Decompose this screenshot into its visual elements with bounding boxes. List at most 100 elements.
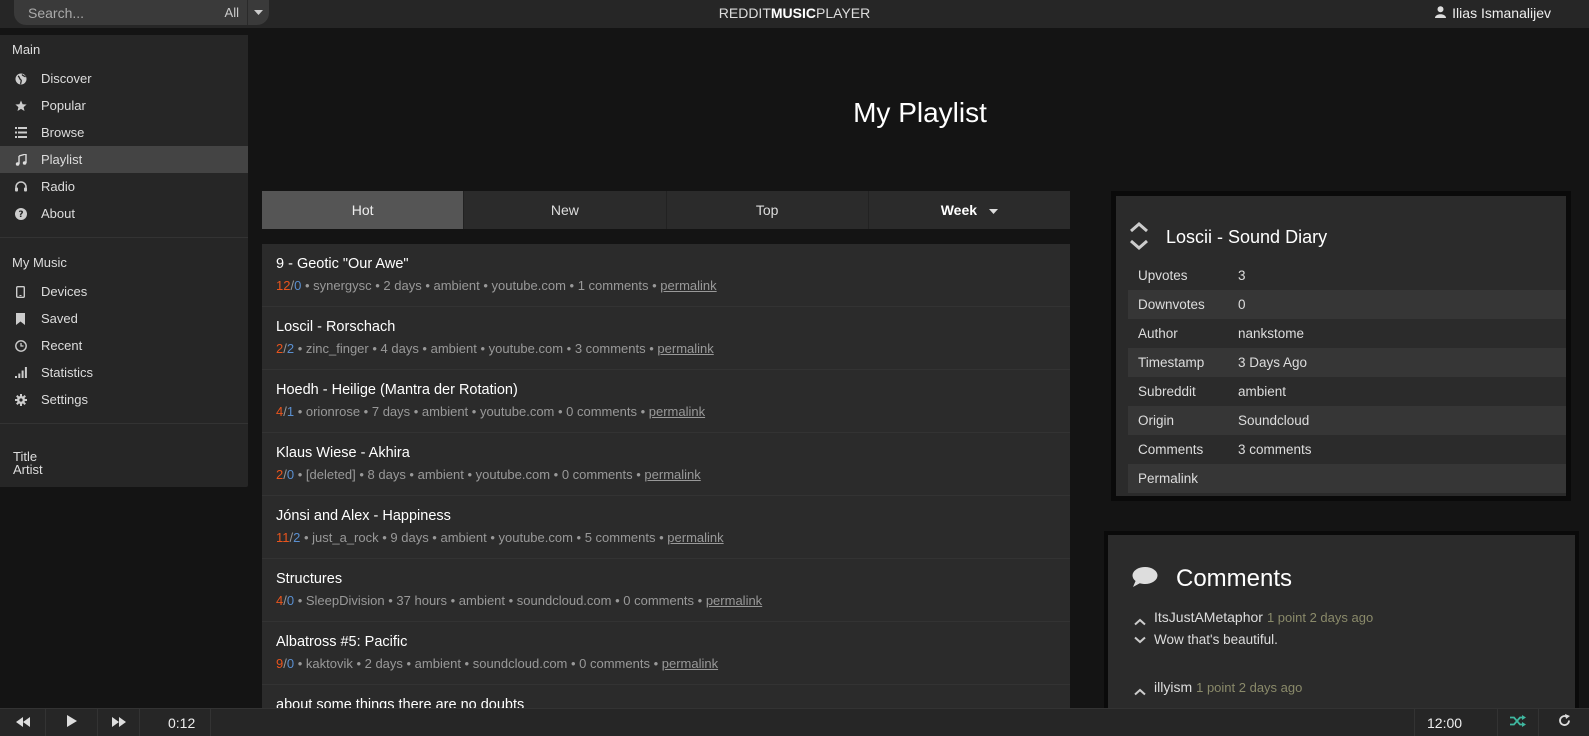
comment-body: Wow that's beautiful. — [1154, 632, 1278, 647]
list-item[interactable]: Structures 4/0 • SleepDivision • 37 hour… — [262, 559, 1070, 622]
info-row: Upvotes 3 — [1128, 261, 1566, 290]
song-info-panel: Loscii - Sound Diary Upvotes 3 Downvotes 0… — [1111, 191, 1571, 501]
song-meta: 2/2 • zinc_finger • 4 days • ambient • y… — [276, 341, 714, 356]
sidebar-item-recent[interactable]: Recent — [0, 332, 248, 359]
permalink-link[interactable]: permalink — [662, 656, 718, 671]
info-key: Upvotes — [1138, 268, 1188, 283]
elapsed-time: 0:12 — [168, 715, 196, 731]
list-item[interactable]: Jónsi and Alex - Happiness 11/2 • just_a… — [262, 496, 1070, 559]
tab-hot[interactable]: Hot — [262, 191, 465, 229]
song-title[interactable]: Klaus Wiese - Akhira — [276, 445, 1056, 465]
permalink-link[interactable]: permalink — [649, 404, 705, 419]
shuffle-button[interactable] — [1497, 709, 1539, 736]
permalink-link[interactable]: permalink — [644, 467, 700, 482]
rewind-icon — [15, 714, 30, 732]
svg-text:?: ? — [18, 210, 23, 220]
chevron-down-icon[interactable] — [1134, 631, 1146, 649]
list-item[interactable]: Albatross #5: Pacific 9/0 • kaktovik • 2… — [262, 622, 1070, 685]
search-box: All — [14, 0, 269, 25]
chevron-up-icon[interactable] — [1134, 683, 1146, 701]
sidebar-item-devices[interactable]: Devices — [0, 278, 248, 305]
sidebar-item-label: Devices — [41, 284, 88, 299]
info-key: Downvotes — [1138, 297, 1205, 312]
permalink-link[interactable]: permalink — [657, 341, 713, 356]
repeat-icon — [1558, 714, 1571, 732]
sidebar-item-label: Recent — [41, 338, 83, 353]
search-filter[interactable]: All — [225, 5, 247, 20]
song-title[interactable]: Structures — [276, 571, 1056, 591]
brand-part-1: REDDIT — [718, 5, 771, 21]
song-title[interactable]: 9 - Geotic "Our Awe" — [276, 256, 1056, 276]
next-button[interactable] — [98, 709, 140, 736]
downvote-count: 1 — [286, 404, 295, 419]
list-item[interactable]: 9 - Geotic "Our Awe" 12/0 • synergysc • … — [262, 244, 1070, 307]
song-info: [deleted] • 8 days • ambient • youtube.c… — [305, 467, 645, 482]
list-item[interactable]: about some things there are no doubts — [262, 685, 1070, 708]
info-row: Downvotes 0 — [1128, 290, 1566, 319]
info-value: 3 comments — [1238, 442, 1312, 457]
song-info: orionrose • 7 days • ambient • youtube.c… — [305, 404, 649, 419]
song-title[interactable]: Albatross #5: Pacific — [276, 634, 1056, 654]
star-icon — [14, 99, 27, 112]
search-input[interactable] — [14, 4, 225, 21]
song-info: SleepDivision • 37 hours • ambient • sou… — [305, 593, 706, 608]
info-value: ambient — [1238, 384, 1287, 399]
sidebar-item-radio[interactable]: Radio — [0, 173, 248, 200]
permalink-link[interactable]: permalink — [660, 278, 716, 293]
sidebar-item-about[interactable]: ? About — [0, 200, 248, 227]
sidebar-item-statistics[interactable]: Statistics — [0, 359, 248, 386]
info-value: 3 — [1238, 268, 1246, 283]
song-title[interactable]: about some things there are no doubts — [276, 697, 1056, 708]
tab-new[interactable]: New — [464, 191, 667, 229]
now-playing-title: Title — [13, 449, 38, 464]
brand-part-3: PLAYER — [816, 5, 871, 21]
info-row-permalink[interactable]: Permalink — [1128, 464, 1566, 493]
period-label: Week — [940, 202, 978, 218]
tab-top[interactable]: Top — [667, 191, 869, 229]
sidebar-item-popular[interactable]: Popular — [0, 92, 248, 119]
chevron-down-icon[interactable] — [1129, 238, 1149, 256]
previous-button[interactable] — [0, 709, 46, 736]
info-row: Subreddit ambient — [1128, 377, 1566, 406]
sidebar-item-playlist[interactable]: Playlist — [0, 146, 248, 173]
permalink-link[interactable]: permalink — [706, 593, 762, 608]
list-item[interactable]: Klaus Wiese - Akhira 2/0 • [deleted] • 8… — [262, 433, 1070, 496]
sidebar-item-browse[interactable]: Browse — [0, 119, 248, 146]
info-row: Timestamp 3 Days Ago — [1128, 348, 1566, 377]
chevron-down-icon[interactable] — [247, 0, 269, 25]
period-dropdown[interactable]: Week — [869, 191, 1070, 229]
song-info: synergysc • 2 days • ambient • youtube.c… — [313, 278, 661, 293]
chevron-up-icon[interactable] — [1129, 220, 1149, 238]
repeat-button[interactable] — [1539, 709, 1589, 736]
sidebar-item-saved[interactable]: Saved — [0, 305, 248, 332]
song-list: 9 - Geotic "Our Awe" 12/0 • synergysc • … — [262, 244, 1070, 708]
info-value: 0 — [1238, 297, 1246, 312]
comment-author[interactable]: illyism — [1154, 679, 1192, 695]
downvote-count: 0 — [294, 278, 302, 293]
upvote-count: 2 — [276, 467, 284, 482]
list-item[interactable]: Hoedh - Heilige (Mantra der Rotation) 4/… — [262, 370, 1070, 433]
comment-author[interactable]: ItsJustAMetaphor — [1154, 609, 1263, 625]
info-row: Comments 3 comments — [1128, 435, 1566, 464]
list-item[interactable]: Loscil - Rorschach 2/2 • zinc_finger • 4… — [262, 307, 1070, 370]
progress-bar[interactable] — [210, 709, 211, 736]
info-value: 3 Days Ago — [1238, 355, 1308, 370]
sidebar-divider — [0, 237, 248, 238]
permalink-link[interactable]: permalink — [667, 530, 723, 545]
song-title[interactable]: Jónsi and Alex - Happiness — [276, 508, 1056, 528]
user-menu[interactable]: Ilias Ismanalijev — [1435, 5, 1551, 21]
sidebar-item-label: Playlist — [41, 152, 83, 167]
song-meta: 11/2 • just_a_rock • 9 days • ambient • … — [276, 530, 724, 545]
play-icon — [66, 714, 77, 732]
sidebar-item-settings[interactable]: Settings — [0, 386, 248, 413]
song-info: just_a_rock • 9 days • ambient • youtube… — [312, 530, 668, 545]
info-title: Loscii - Sound Diary — [1166, 227, 1328, 247]
chevron-up-icon[interactable] — [1134, 613, 1146, 631]
play-button[interactable] — [46, 709, 98, 736]
song-title[interactable]: Hoedh - Heilige (Mantra der Rotation) — [276, 382, 1056, 402]
vote-controls — [1128, 220, 1150, 256]
song-title[interactable]: Loscil - Rorschach — [276, 319, 1056, 339]
sidebar-item-discover[interactable]: Discover — [0, 65, 248, 92]
upvote-count: 4 — [276, 404, 284, 419]
upvote-count: 2 — [276, 341, 284, 356]
